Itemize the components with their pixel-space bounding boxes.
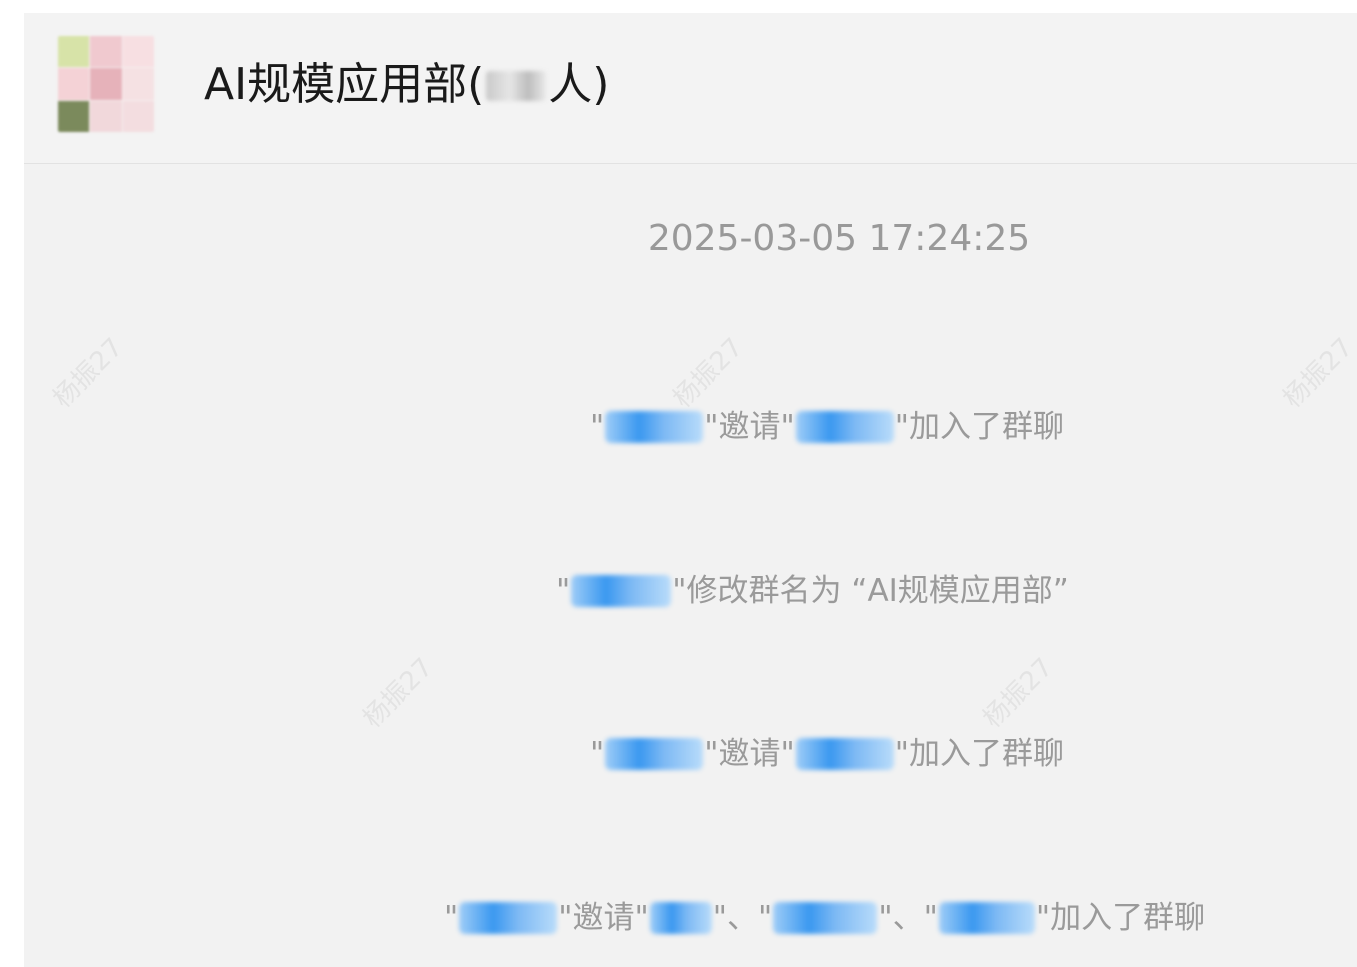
member-count-redacted (486, 71, 547, 101)
joined-text: "加入了群聊 (1035, 900, 1206, 936)
joined-text: "加入了群聊 (894, 409, 1065, 445)
invite-text: "邀请" (704, 409, 795, 445)
redacted-user-name[interactable] (795, 738, 894, 770)
redacted-user-name[interactable] (571, 575, 672, 607)
group-title-text: AI规模应用部( (204, 59, 485, 110)
quote: " (556, 573, 571, 609)
system-message: " "邀请" "加入了群聊 (590, 728, 1064, 773)
system-message: " "修改群名为 “AI规模应用部” (556, 565, 1069, 610)
invite-text: "邀请" (704, 736, 795, 772)
watermark: 杨振27 (1277, 332, 1357, 414)
system-message: " "邀请" "加入了群聊 (590, 401, 1064, 446)
watermark: 杨振27 (47, 332, 130, 414)
redacted-user-name[interactable] (605, 411, 704, 443)
redacted-user-name[interactable] (605, 738, 704, 770)
redacted-user-name[interactable] (649, 902, 712, 934)
redacted-user-name[interactable] (795, 411, 894, 443)
redacted-user-name[interactable] (459, 902, 558, 934)
joined-text: "加入了群聊 (894, 736, 1065, 772)
redacted-user-name[interactable] (938, 902, 1035, 934)
invite-text: "邀请" (558, 900, 649, 936)
separator: "、" (712, 900, 773, 936)
quote: " (444, 900, 459, 936)
system-message: " "邀请" "、" "、" "加入了群聊 (444, 892, 1205, 937)
quote: " (590, 409, 605, 445)
redacted-user-name[interactable] (773, 902, 878, 934)
message-timestamp: 2025-03-05 17:24:25 (647, 218, 1031, 259)
chat-header: AI规模应用部( 人) (24, 13, 1357, 164)
group-title-suffix: 人) (548, 59, 610, 110)
separator: "、" (878, 900, 938, 936)
watermark: 杨振27 (357, 652, 440, 734)
chat-window: 杨振27 杨振27 杨振27 杨振27 杨振27 AI规模应用部(人) 2025… (24, 13, 1357, 967)
rename-text: "修改群名为 “AI规模应用部” (672, 573, 1069, 609)
quote: " (590, 736, 605, 772)
group-avatar[interactable] (58, 36, 154, 132)
watermark: 杨振27 (977, 652, 1060, 734)
group-title: AI规模应用部( 人) (204, 57, 609, 113)
